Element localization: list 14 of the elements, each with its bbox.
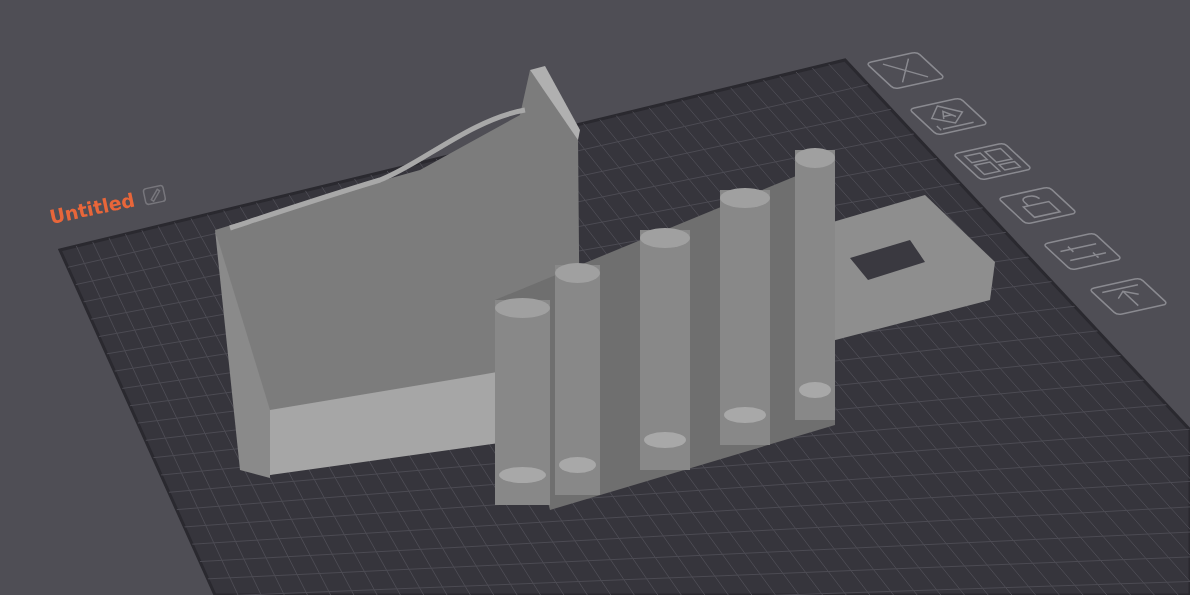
layout-icon [963, 147, 1022, 176]
upload-button[interactable] [1088, 277, 1169, 316]
lock-button[interactable] [997, 186, 1078, 225]
project-title: Untitled [47, 188, 137, 228]
sliders-icon [1059, 243, 1107, 262]
close-button[interactable] [865, 51, 946, 90]
label-button[interactable] [908, 97, 989, 136]
sliders-button[interactable] [1042, 232, 1123, 271]
padlock-icon [1022, 195, 1061, 219]
arrow-up-icon [1101, 284, 1140, 307]
layout-button[interactable] [952, 142, 1033, 181]
edit-icon[interactable] [140, 182, 168, 208]
close-icon [882, 57, 929, 84]
diamond-letter-icon [931, 105, 975, 131]
